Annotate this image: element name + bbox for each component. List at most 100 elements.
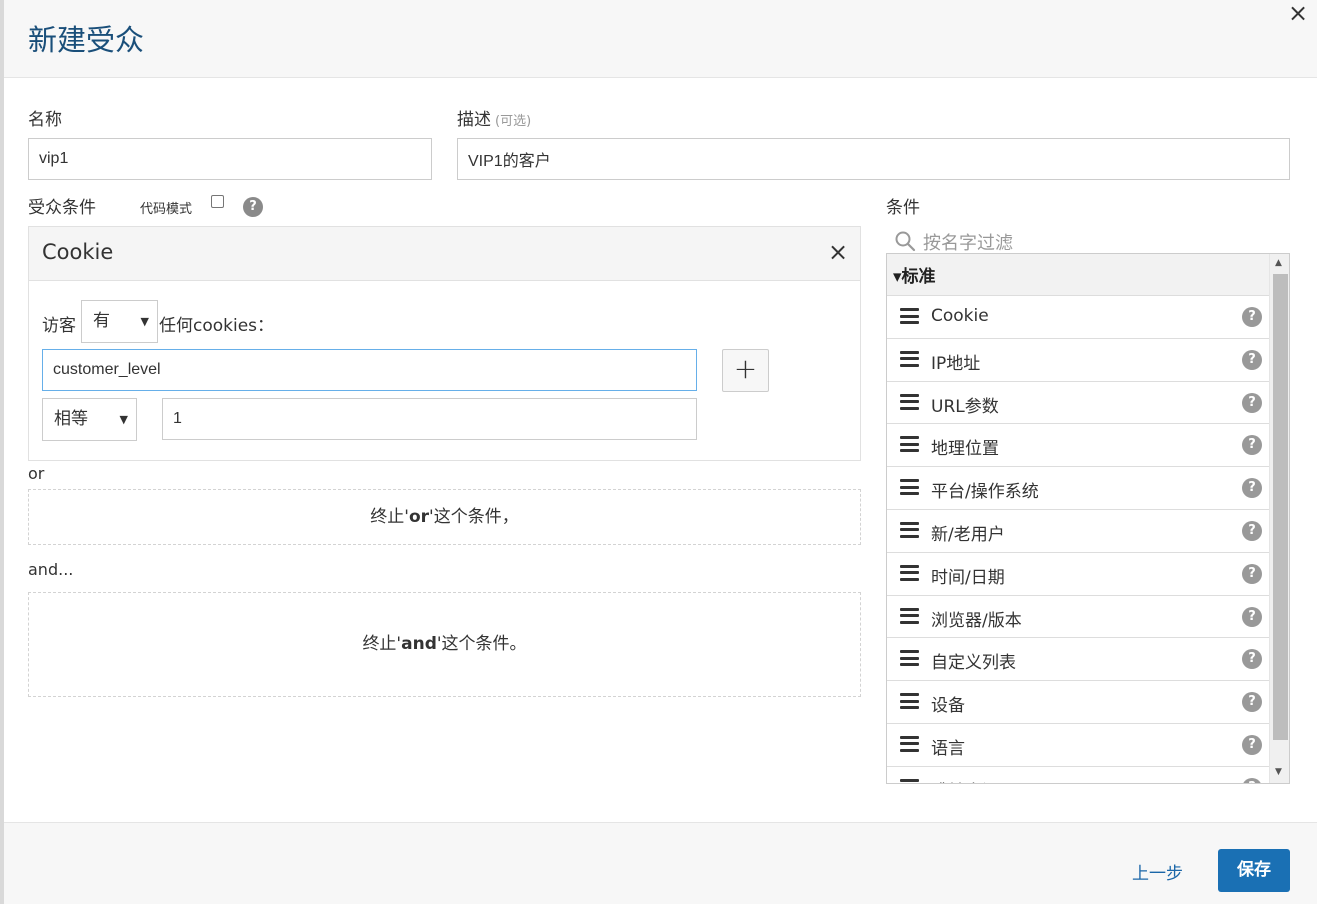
search-icon [895, 231, 916, 252]
remove-condition-icon[interactable]: × [828, 240, 848, 264]
condition-item[interactable]: Cookie? [887, 296, 1269, 339]
scrollbar[interactable]: ▲ ▼ [1269, 254, 1289, 783]
conditions-panel-label: 条件 [886, 198, 920, 218]
dialog-title: 新建受众 [28, 23, 145, 57]
audience-conditions-label: 受众条件 [28, 198, 96, 218]
condition-item-label: 浏览器/版本 [931, 610, 1022, 631]
help-icon[interactable]: ? [1242, 692, 1262, 713]
condition-item-label: 新/老用户 [931, 524, 1005, 545]
scroll-thumb[interactable] [1273, 274, 1288, 740]
condition-item[interactable]: 浏览器/版本? [887, 596, 1269, 639]
condition-item-label: 时间/日期 [931, 567, 1005, 588]
cookie-condition-card: Cookie × 访客 有 ▼ 任何cookies： + 相等 ▼ [28, 226, 861, 461]
drag-handle-icon[interactable] [900, 650, 919, 667]
chevron-down-icon: ▼ [119, 413, 128, 426]
drag-handle-icon[interactable] [900, 735, 919, 752]
and-drop-keyword: and [401, 634, 437, 654]
help-icon[interactable]: ? [1242, 734, 1262, 755]
name-input[interactable] [28, 138, 432, 180]
help-icon[interactable]: ? [1242, 777, 1262, 783]
and-drop-prefix: 终止' [362, 634, 402, 654]
help-icon[interactable]: ? [1242, 606, 1262, 627]
name-label: 名称 [28, 110, 62, 130]
drag-handle-icon[interactable] [900, 436, 919, 453]
condition-item-label: Cookie [931, 306, 989, 326]
help-icon[interactable]: ? [1242, 563, 1262, 584]
condition-item[interactable]: 语言? [887, 724, 1269, 767]
drag-handle-icon[interactable] [900, 778, 919, 783]
conditions-list: Cookie? IP地址? URL参数? 地理位置? 平台/操作系统? 新/老用户? 时间/… [887, 296, 1269, 783]
drag-handle-icon[interactable] [900, 479, 919, 496]
condition-item-label: 自定义列表 [931, 653, 1016, 674]
dialog-header: 新建受众 [4, 0, 1317, 78]
drag-handle-icon[interactable] [900, 607, 919, 624]
any-cookies-label: 任何cookies： [159, 316, 275, 336]
description-label-row: 描述 (可选) [457, 105, 531, 130]
condition-item-label: 语言 [931, 738, 965, 759]
drag-handle-icon[interactable] [900, 521, 919, 538]
help-icon[interactable]: ? [1242, 307, 1262, 327]
visitor-label: 访客 [42, 316, 76, 336]
condition-item-label: 设备 [931, 696, 965, 717]
condition-item[interactable]: 新/老用户? [887, 510, 1269, 553]
help-icon[interactable]: ? [1242, 435, 1262, 456]
drag-handle-icon[interactable] [900, 308, 919, 324]
has-select[interactable]: 有 ▼ [81, 300, 158, 343]
add-cookie-button[interactable]: + [722, 349, 769, 392]
cookie-name-input[interactable] [42, 349, 697, 391]
or-drop-keyword: or [408, 507, 430, 527]
cookie-card-title: Cookie [42, 240, 114, 264]
and-label: and... [28, 560, 74, 579]
condition-item[interactable]: 自定义列表? [887, 638, 1269, 682]
condition-item[interactable]: 跳转来源? [887, 767, 1269, 783]
drag-handle-icon[interactable] [900, 693, 919, 710]
cookie-value-input[interactable] [162, 398, 697, 440]
condition-item[interactable]: 设备? [887, 681, 1269, 724]
group-header-standard[interactable]: ▾标准 [887, 254, 1269, 296]
optional-hint: (可选) [495, 114, 532, 129]
conditions-list-panel: ▾标准 Cookie? IP地址? URL参数? 地理位置? 平台/操作系统? 新/老用户… [886, 253, 1290, 784]
drag-handle-icon[interactable] [900, 350, 919, 367]
or-drop-prefix: 终止' [370, 507, 409, 527]
help-icon[interactable]: ? [1242, 349, 1262, 370]
help-icon[interactable]: ? [1242, 649, 1262, 670]
help-icon[interactable]: ? [1242, 392, 1262, 413]
help-icon[interactable]: ? [1242, 520, 1262, 541]
filter-input[interactable]: 按名字过滤 [923, 229, 1013, 255]
operator-select-value: 相等 [54, 409, 88, 429]
condition-item-label: 地理位置 [931, 439, 999, 460]
has-select-value: 有 [93, 311, 110, 331]
drag-handle-icon[interactable] [900, 393, 919, 410]
or-drop-suffix: '这个条件， [429, 507, 519, 527]
or-drop-zone[interactable]: 终止'or'这个条件， [28, 489, 861, 545]
condition-item[interactable]: 地理位置? [887, 424, 1269, 468]
chevron-down-icon: ▼ [140, 315, 149, 328]
dialog-footer: 上一步 保存 [4, 822, 1317, 904]
condition-item-label: IP地址 [931, 353, 981, 374]
description-input[interactable] [457, 138, 1290, 180]
condition-item-label: URL参数 [931, 396, 999, 417]
and-drop-zone[interactable]: 终止'and'这个条件。 [28, 592, 861, 697]
new-audience-dialog: 新建受众 × 名称 描述 (可选) 受众条件 代码模式 ? Cookie × 访客… [4, 0, 1317, 904]
operator-select[interactable]: 相等 ▼ [42, 398, 137, 441]
or-label: or [28, 464, 45, 483]
condition-item[interactable]: URL参数? [887, 382, 1269, 425]
previous-step-link[interactable]: 上一步 [1132, 859, 1183, 884]
scroll-up-icon[interactable]: ▲ [1275, 258, 1282, 268]
condition-item-label: 平台/操作系统 [931, 482, 1039, 503]
condition-item[interactable]: 时间/日期? [887, 553, 1269, 596]
drag-handle-icon[interactable] [900, 564, 919, 581]
condition-item-label: 跳转来源 [931, 777, 999, 783]
description-label: 描述 [457, 110, 491, 130]
condition-item[interactable]: 平台/操作系统? [887, 467, 1269, 510]
cookie-card-header: Cookie × [29, 227, 860, 281]
scroll-down-icon[interactable]: ▼ [1275, 767, 1282, 777]
code-mode-checkbox[interactable] [211, 195, 224, 208]
help-icon[interactable]: ? [243, 197, 263, 217]
close-dialog-icon[interactable]: × [1287, 1, 1309, 25]
condition-item[interactable]: IP地址? [887, 339, 1269, 382]
code-mode-label: 代码模式 [140, 202, 193, 217]
and-drop-suffix: '这个条件。 [436, 634, 527, 654]
save-button[interactable]: 保存 [1218, 849, 1290, 892]
help-icon[interactable]: ? [1242, 478, 1262, 499]
